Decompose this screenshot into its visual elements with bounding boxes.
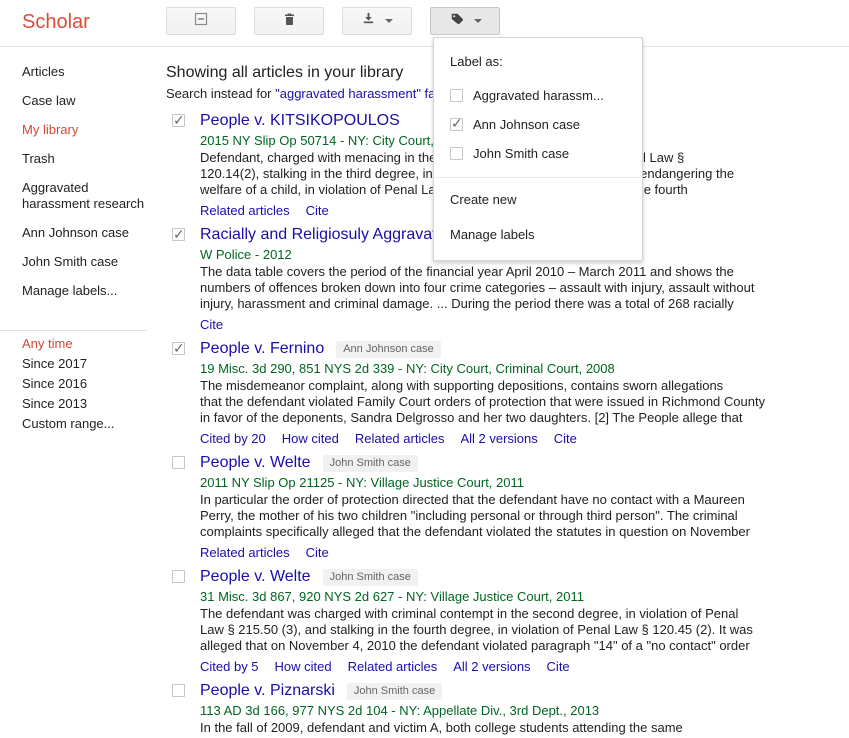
cited-by-link[interactable]: Cited by 5 <box>200 659 259 674</box>
article-checkbox[interactable] <box>172 570 185 583</box>
menu-divider <box>434 177 642 178</box>
delete-button[interactable] <box>254 7 324 35</box>
time-filter-any-time[interactable]: Any time <box>22 334 160 354</box>
label-option-text: Ann Johnson case <box>473 117 580 132</box>
article-links: Related articles Cite <box>200 544 846 562</box>
article-title-link[interactable]: People v. Welte <box>200 454 311 472</box>
article-links: Cited by 20 How cited Related articles All … <box>200 430 846 448</box>
time-filter-custom-range[interactable]: Custom range... <box>22 414 160 434</box>
article-snippet: In the fall of 2009, defendant and victi… <box>200 720 846 738</box>
cite-link[interactable]: Cite <box>200 317 223 332</box>
how-cited-link[interactable]: How cited <box>282 431 339 446</box>
article-title-link[interactable]: People v. KITSIKOPOULOS <box>200 112 400 130</box>
article-checkbox[interactable] <box>172 228 185 241</box>
article-checkbox[interactable] <box>172 342 185 355</box>
article-snippet: The defendant was charged with criminal … <box>200 606 846 654</box>
time-filter-since-2016[interactable]: Since 2016 <box>22 374 160 394</box>
manage-labels-item[interactable]: Manage labels <box>434 217 642 252</box>
sidebar-divider <box>0 330 147 331</box>
article-source: 113 AD 3d 166, 977 NYS 2d 104 - NY: Appe… <box>200 702 846 720</box>
cite-link[interactable]: Cite <box>306 545 329 560</box>
label-option-ann-johnson-case[interactable]: Ann Johnson case <box>434 110 642 139</box>
article-links: Cite <box>200 316 846 334</box>
article-entry-welte-2011-slip-op: People v. Welte John Smith case 2011 NY … <box>166 452 846 562</box>
label-dropdown-menu: Label as: Aggravated harassm... Ann John… <box>433 37 643 261</box>
sidebar-item-ann-johnson-case[interactable]: Ann Johnson case <box>22 225 160 241</box>
sidebar-item-case-law[interactable]: Case law <box>22 93 160 109</box>
tag-icon <box>449 11 465 32</box>
article-checkbox[interactable] <box>172 456 185 469</box>
sidebar-item-manage-labels[interactable]: Manage labels... <box>22 283 160 299</box>
all-versions-link[interactable]: All 2 versions <box>460 431 537 446</box>
time-filter-since-2013[interactable]: Since 2013 <box>22 394 160 414</box>
article-snippet: In particular the order of protection di… <box>200 492 846 540</box>
article-entry-piznarski: People v. Piznarski John Smith case 113 … <box>166 680 846 738</box>
sidebar-nav: Articles Case law My library Trash Aggra… <box>22 64 160 312</box>
label-option-text: Aggravated harassm... <box>473 88 604 103</box>
label-chip: John Smith case <box>323 569 418 586</box>
time-filter-since-2017[interactable]: Since 2017 <box>22 354 160 374</box>
search-instead-link[interactable]: "aggravated harassment" fa <box>275 86 435 101</box>
label-option-john-smith-case[interactable]: John Smith case <box>434 139 642 168</box>
article-title-link[interactable]: People v. Fernino <box>200 340 324 358</box>
article-source: 31 Misc. 3d 867, 920 NYS 2d 627 - NY: Vi… <box>200 588 846 606</box>
article-source: 19 Misc. 3d 290, 851 NYS 2d 339 - NY: Ci… <box>200 360 846 378</box>
label-option-checkbox[interactable] <box>450 147 463 160</box>
related-articles-link[interactable]: Related articles <box>200 545 290 560</box>
label-option-text: John Smith case <box>473 146 569 161</box>
create-new-label-item[interactable]: Create new <box>434 182 642 217</box>
article-source: 2011 NY Slip Op 21125 - NY: Village Just… <box>200 474 846 492</box>
article-checkbox[interactable] <box>172 114 185 127</box>
article-title-link[interactable]: People v. Welte <box>200 568 311 586</box>
how-cited-link[interactable]: How cited <box>275 659 332 674</box>
top-bar: Scholar <box>0 0 849 47</box>
label-button[interactable] <box>430 7 500 35</box>
article-links: Cited by 5 How cited Related articles All 2… <box>200 658 846 676</box>
time-filter-list: Any time Since 2017 Since 2016 Since 201… <box>22 334 160 434</box>
cited-by-link[interactable]: Cited by 20 <box>200 431 266 446</box>
all-versions-link[interactable]: All 2 versions <box>453 659 530 674</box>
sidebar-item-aggravated-harassment-research[interactable]: Aggravated harassment research <box>22 180 160 212</box>
label-chip: John Smith case <box>347 683 442 700</box>
label-chip: John Smith case <box>323 455 418 472</box>
cite-link[interactable]: Cite <box>547 659 570 674</box>
related-articles-link[interactable]: Related articles <box>348 659 438 674</box>
export-button[interactable] <box>342 7 412 35</box>
label-option-checkbox[interactable] <box>450 118 463 131</box>
label-menu-title: Label as: <box>434 48 642 81</box>
sidebar-item-my-library[interactable]: My library <box>22 122 160 138</box>
chevron-down-icon <box>385 19 393 23</box>
article-snippet: The misdemeanor complaint, along with su… <box>200 378 846 426</box>
scholar-logo[interactable]: Scholar <box>22 11 90 34</box>
download-icon <box>361 11 376 31</box>
sidebar-item-john-smith-case[interactable]: John Smith case <box>22 254 160 270</box>
sidebar-item-articles[interactable]: Articles <box>22 64 160 80</box>
search-instead-prefix: Search instead for <box>166 86 275 101</box>
cite-link[interactable]: Cite <box>554 431 577 446</box>
article-entry-fernino: People v. Fernino Ann Johnson case 19 Mi… <box>166 338 846 448</box>
related-articles-link[interactable]: Related articles <box>355 431 445 446</box>
article-checkbox[interactable] <box>172 684 185 697</box>
trash-icon <box>282 11 297 32</box>
article-entry-welte-31-misc: People v. Welte John Smith case 31 Misc.… <box>166 566 846 676</box>
article-snippet: The data table covers the period of the … <box>200 264 846 312</box>
cite-link[interactable]: Cite <box>306 203 329 218</box>
label-option-checkbox[interactable] <box>450 89 463 102</box>
label-option-aggravated-harassment[interactable]: Aggravated harassm... <box>434 81 642 110</box>
label-chip: Ann Johnson case <box>336 341 441 358</box>
article-title-link[interactable]: People v. Piznarski <box>200 682 335 700</box>
chevron-down-icon <box>474 19 482 23</box>
indeterminate-checkbox-icon <box>193 11 209 32</box>
select-all-button[interactable] <box>166 7 236 35</box>
sidebar-item-trash[interactable]: Trash <box>22 151 160 167</box>
related-articles-link[interactable]: Related articles <box>200 203 290 218</box>
